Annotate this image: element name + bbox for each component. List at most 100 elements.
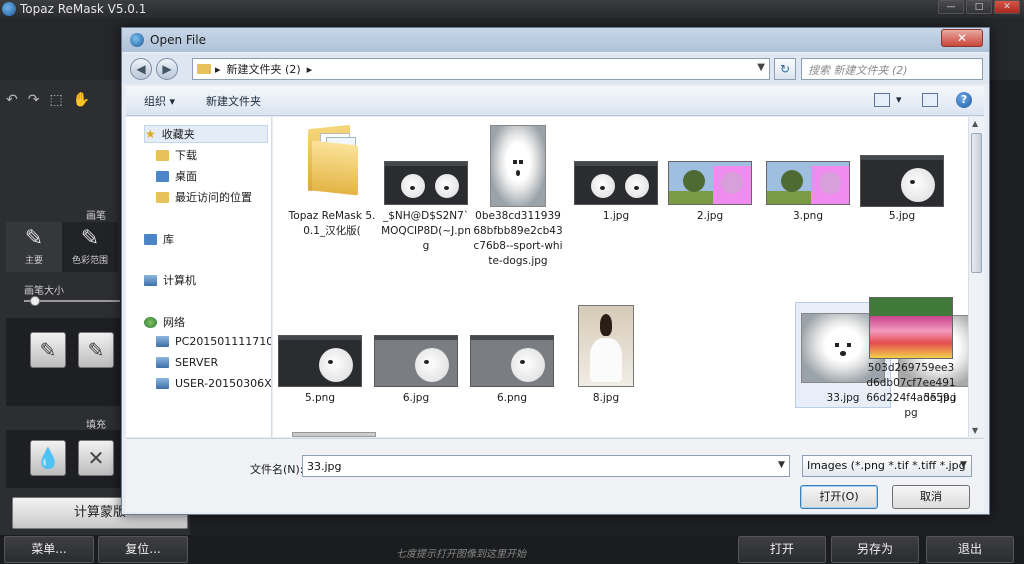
brush-section-label: 画笔 (86, 207, 106, 222)
open-file-dialog: Open File ✕ ◀ ▶ ▸ 新建文件夹 (2) ▸ ▼ ↻ 搜索 新建文… (121, 27, 990, 515)
open-button[interactable]: 打开(O) (800, 485, 878, 509)
address-row: ◀ ▶ ▸ 新建文件夹 (2) ▸ ▼ ↻ 搜索 新建文件夹 (2) (122, 54, 989, 84)
file-item[interactable]: 6.jpg (371, 297, 461, 397)
file-name: 1.jpg (571, 209, 661, 224)
refresh-button[interactable]: ↻ (774, 58, 796, 80)
back-button[interactable]: ◀ (130, 58, 152, 80)
organize-button[interactable]: 组织 ▾ (144, 93, 175, 109)
image-thumbnail (374, 335, 458, 387)
keep-brush-icon: ✎ (40, 338, 57, 362)
hand-icon[interactable]: ✋ (73, 92, 90, 108)
file-name: 503d269759ee3d6db07cf7ee49166d224f4ade59… (866, 361, 956, 421)
reset-button[interactable]: 复位... (98, 536, 188, 563)
scroll-down-icon[interactable]: ▼ (972, 426, 978, 435)
app-title: Topaz ReMask V5.0.1 (20, 2, 146, 16)
filename-input[interactable] (302, 455, 790, 477)
new-folder-button[interactable]: 新建文件夹 (206, 93, 261, 109)
file-item[interactable]: 5.jpg (857, 121, 947, 233)
topaz-logo-icon (2, 2, 16, 16)
window-controls: — □ ✕ (938, 0, 1020, 14)
color-range-brush-icon: ✎ (62, 226, 118, 251)
brush-size-slider[interactable] (30, 296, 40, 306)
file-item[interactable]: 503d269759ee3d6db07cf7ee49166d224f4ade59… (866, 297, 956, 437)
folder-icon (197, 64, 211, 74)
nav-recent[interactable]: 最近访问的位置 (156, 189, 252, 205)
image-thumbnail (384, 161, 468, 205)
fill-drop-icon: 💧 (36, 446, 61, 470)
image-thumbnail (766, 161, 850, 205)
change-view-icon[interactable] (874, 93, 890, 107)
exit-button[interactable]: 退出 (926, 536, 1014, 563)
file-name: 0be38cd31193968bfbb89e2cb43c76b8--sport-… (473, 209, 563, 269)
address-dropdown-icon[interactable]: ▼ (757, 62, 765, 73)
brush-tab-main[interactable]: ✎ 主要 (6, 222, 62, 272)
nav-downloads[interactable]: 下载 (156, 147, 197, 163)
close-window-button[interactable]: ✕ (994, 0, 1020, 14)
nav-computer-label: 计算机 (163, 272, 196, 288)
nav-server[interactable]: SERVER (156, 356, 218, 369)
nav-network-label: 网络 (163, 314, 185, 330)
breadcrumb-folder[interactable]: 新建文件夹 (2) (227, 61, 301, 77)
keep-fill-button[interactable]: 💧 (30, 440, 66, 476)
dialog-close-button[interactable]: ✕ (941, 29, 983, 47)
scrollbar-thumb[interactable] (971, 133, 982, 273)
file-name: 6.png (467, 391, 557, 406)
filename-label: 文件名(N): (250, 461, 304, 477)
network-icon (144, 317, 157, 328)
nav-pc1[interactable]: PC201501111710 (156, 335, 272, 348)
computer-icon (156, 378, 169, 389)
fill-section-label: 填充 (86, 416, 106, 431)
folder-icon (304, 123, 360, 193)
drop-fill-button[interactable]: ✕ (78, 440, 114, 476)
brush-tab-main-label: 主要 (25, 256, 43, 266)
drop-brush-button[interactable]: ✎ (78, 332, 114, 368)
file-name: _$NH@D$S2N7`MOQCIP8D(~J.png (381, 209, 471, 254)
selection-icon[interactable]: ⬚ (49, 92, 62, 108)
file-item[interactable]: 8.jpg (561, 297, 651, 397)
brush-tab-color-range[interactable]: ✎ 色彩范围 (62, 222, 118, 272)
help-icon[interactable]: ? (956, 92, 972, 108)
file-item[interactable]: 3.png (763, 121, 853, 233)
file-item[interactable]: 1.jpg (571, 121, 661, 233)
file-item[interactable]: 2.jpg (665, 121, 755, 233)
nav-computer[interactable]: 计算机 (144, 272, 196, 288)
filename-dropdown-icon[interactable]: ▼ (778, 460, 785, 470)
save-as-button[interactable]: 另存为 (831, 536, 919, 563)
file-item[interactable]: 0be38cd31193968bfbb89e2cb43c76b8--sport-… (473, 121, 563, 281)
nav-desktop-label: 桌面 (175, 168, 197, 184)
file-item[interactable]: _$NH@D$S2N7`MOQCIP8D(~J.png (381, 121, 471, 261)
nav-downloads-label: 下载 (175, 147, 197, 163)
forward-button[interactable]: ▶ (156, 58, 178, 80)
bottom-hint: 七度提示打开图像到这里开始 (396, 545, 526, 560)
search-input[interactable]: 搜索 新建文件夹 (2) (801, 58, 983, 80)
library-icon (144, 234, 157, 245)
cancel-button[interactable]: 取消 (892, 485, 970, 509)
file-item[interactable]: Topaz ReMask 5.0.1_汉化版( (287, 121, 377, 251)
nav-libraries[interactable]: 库 (144, 231, 174, 247)
nav-libraries-label: 库 (163, 231, 174, 247)
view-dropdown-icon[interactable]: ▾ (896, 93, 902, 106)
preview-pane-icon[interactable] (922, 93, 938, 107)
file-name: 8.jpg (561, 391, 651, 406)
nav-favorites[interactable]: ★ 收藏夹 (144, 125, 268, 143)
nav-user[interactable]: USER-20150306XR (156, 377, 272, 390)
nav-network[interactable]: 网络 (144, 314, 185, 330)
scroll-up-icon[interactable]: ▲ (972, 119, 978, 128)
open-image-button[interactable]: 打开 (738, 536, 826, 563)
nav-user-label: USER-20150306XR (175, 377, 272, 390)
minimize-button[interactable]: — (938, 0, 964, 14)
file-type-dropdown-icon[interactable]: ▼ (960, 460, 967, 470)
nav-desktop[interactable]: 桌面 (156, 168, 197, 184)
file-item[interactable]: 5.png (275, 297, 365, 397)
keep-brush-button[interactable]: ✎ (30, 332, 66, 368)
undo-icon[interactable]: ↶ (6, 92, 18, 108)
file-type-select[interactable]: Images (*.png *.tif *.tiff *.jpg (802, 455, 972, 477)
address-bar[interactable]: ▸ 新建文件夹 (2) ▸ ▼ (192, 58, 770, 80)
menu-button[interactable]: 菜单... (4, 536, 94, 563)
dialog-titlebar: Open File ✕ (122, 28, 989, 52)
file-list-scrollbar[interactable]: ▲ ▼ (968, 117, 984, 437)
file-item[interactable]: 6.png (467, 297, 557, 397)
redo-icon[interactable]: ↷ (28, 92, 40, 108)
image-thumbnail (574, 161, 658, 205)
maximize-button[interactable]: □ (966, 0, 992, 14)
